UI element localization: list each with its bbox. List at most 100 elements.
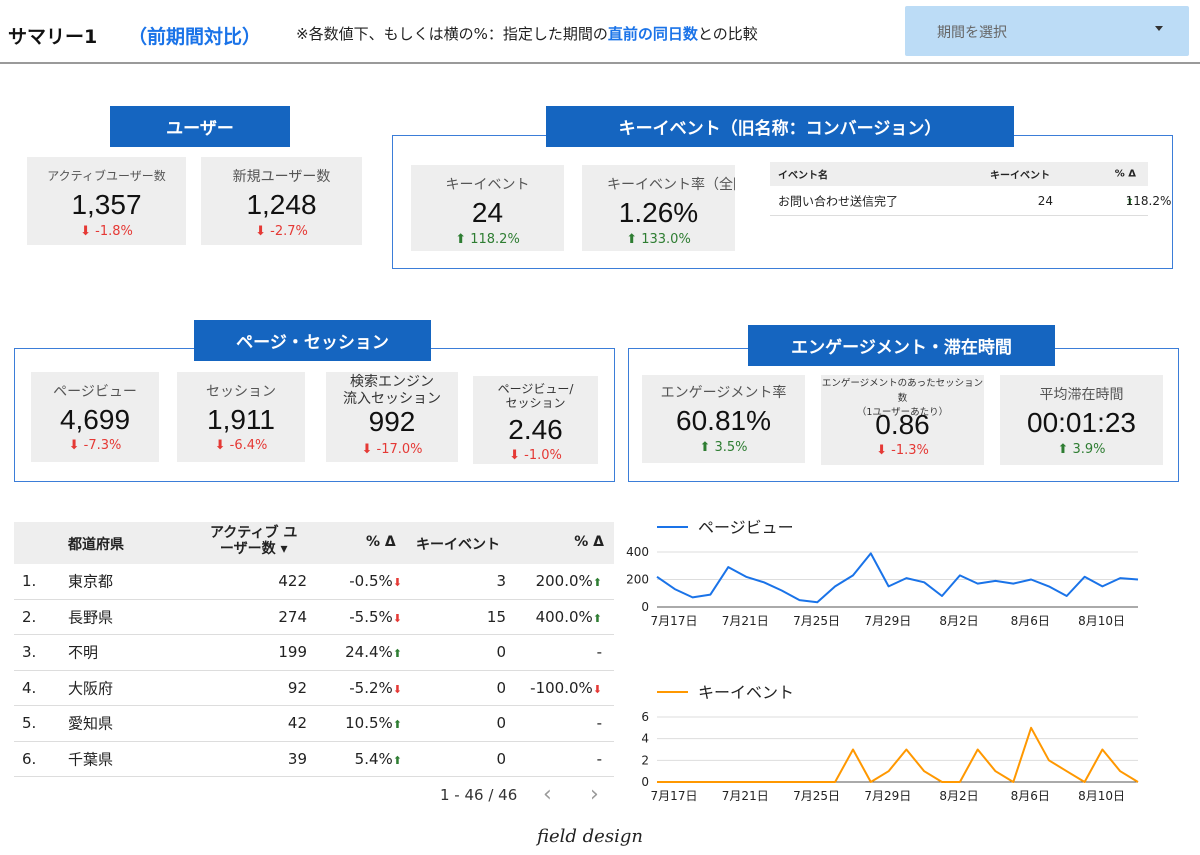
change-value: -1.3%: [891, 443, 929, 458]
card-label: ページビュー: [53, 384, 137, 400]
row-prefecture: 愛知県: [68, 714, 114, 733]
y-tick-label: 0: [641, 600, 649, 614]
engaged-sessions-card: エンゲージメントのあったセッション数 （1ユーザーあたり） 0.86 ⬇ -1.…: [821, 375, 984, 465]
arrow-down-icon: ⬇: [876, 443, 888, 458]
row-users-delta: -5.2%⬇: [349, 679, 402, 697]
card-label: 検索エンジン 流入セッション: [343, 374, 441, 407]
delta-value: -: [596, 714, 602, 733]
row-users-delta: 10.5%⬆: [345, 714, 402, 732]
engagement-section-header: エンゲージメント・滞在時間: [748, 325, 1055, 366]
field-design-logo: field design: [537, 826, 643, 847]
card-value: 00:01:23: [1027, 407, 1136, 438]
delta-value: 118.2%: [1125, 193, 1172, 208]
row-keyevents-delta: -: [597, 643, 602, 661]
change-value: 133.0%: [641, 232, 691, 247]
period-selector[interactable]: 期間を選択: [905, 6, 1189, 56]
pages-section-header: ページ・セッション: [194, 320, 431, 361]
series-line: [657, 726, 1139, 783]
table-row[interactable]: 4. 大阪府 92 -5.2%⬇ 0 -100.0%⬇: [14, 671, 614, 706]
delta-value: 24.4%: [345, 643, 393, 662]
table-row[interactable]: 6. 千葉県 39 5.4%⬆ 0 -: [14, 742, 614, 777]
pageview-line-chart: ページビュー 0 200 400 7月17日 7月21日 7月25日 7月29日 8月2日 8月6…: [626, 518, 1139, 628]
note-suffix: との比較: [697, 25, 758, 43]
x-tick-label: 8月6日: [1011, 789, 1050, 803]
series-line: [656, 552, 1139, 604]
col-delta[interactable]: % Δ: [1115, 169, 1136, 180]
delta-value: -: [596, 643, 602, 662]
delta-value: -5.5%: [349, 607, 393, 626]
col-keyevents[interactable]: キーイベント: [990, 167, 1050, 182]
table-row: お問い合わせ送信完了 24 118.2% ⬆: [770, 186, 1172, 216]
page-subtitle: （前期間対比）: [128, 26, 262, 48]
row-keyevents: 0: [496, 714, 506, 733]
row-keyevents: 0: [496, 678, 506, 697]
table-row[interactable]: 5. 愛知県 42 10.5%⬆ 0 -: [14, 706, 614, 742]
row-rank: 2.: [22, 607, 37, 626]
row-users: 92: [287, 678, 307, 697]
delta-value: -100.0%: [530, 678, 593, 697]
card-label: アクティブユーザー数: [47, 169, 166, 183]
y-tick-label: 400: [626, 545, 649, 559]
keyevent-table: イベント名 キーイベント % Δ お問い合わせ送信完了 24 118.2% ⬆: [770, 162, 1172, 216]
delta-value: 10.5%: [345, 714, 393, 733]
x-tick-label: 7月17日: [651, 789, 698, 803]
pageviews-card: ページビュー 4,699 ⬇ -7.3%: [31, 372, 159, 462]
row-users: 42: [287, 714, 307, 733]
arrow-down-icon: ⬇: [255, 224, 267, 239]
card-change: ⬇ -1.0%: [473, 448, 598, 463]
engagement-rate-card: エンゲージメント率 60.81% ⬆ 3.5%: [642, 375, 805, 463]
change-value: -17.0%: [376, 442, 423, 457]
row-keyevents: 0: [496, 643, 506, 662]
col-event-name[interactable]: イベント名: [778, 167, 828, 182]
table-row[interactable]: 1. 東京都 422 -0.5%⬇ 3 200.0%⬆: [14, 564, 614, 600]
x-tick-label: 7月25日: [793, 789, 840, 803]
card-label: キーイベント率（全回数）: [607, 177, 735, 193]
chevron-right-icon[interactable]: ›: [590, 782, 599, 807]
sessions-card: セッション 1,911 ⬇ -6.4%: [177, 372, 305, 462]
row-users: 422: [278, 572, 307, 591]
y-tick-label: 200: [626, 573, 649, 587]
row-users: 274: [278, 607, 307, 626]
avg-duration-card: 平均滞在時間 00:01:23 ⬆ 3.9%: [1000, 375, 1163, 465]
chevron-left-icon[interactable]: ‹: [543, 782, 552, 807]
legend-label: キーイベント: [698, 683, 794, 702]
row-rank: 6.: [22, 749, 37, 768]
x-tick-label: 7月25日: [793, 614, 840, 628]
col-keyevents[interactable]: キーイベント: [416, 534, 500, 554]
change-value: 118.2%: [470, 232, 520, 247]
col-active-users[interactable]: アクティブ ユ ーザー数 ▾: [210, 525, 297, 557]
arrow-down-icon: ⬇: [80, 224, 92, 239]
table-row[interactable]: 2. 長野県 274 -5.5%⬇ 15 400.0%⬆: [14, 600, 614, 635]
table-row[interactable]: 3. 不明 199 24.4%⬆ 0 -: [14, 635, 614, 671]
row-rank: 1.: [22, 572, 37, 591]
arrow-down-icon: ⬇: [214, 438, 226, 453]
row-users-delta: -0.5%⬇: [349, 572, 402, 590]
row-prefecture: 大阪府: [68, 679, 114, 698]
row-keyevents-delta: -: [597, 714, 602, 732]
col-prefecture[interactable]: 都道府県: [68, 534, 124, 554]
card-change: ⬆ 133.0%: [582, 232, 735, 247]
new-users-card: 新規ユーザー数 1,248 ⬇ -2.7%: [201, 157, 362, 245]
event-delta: 118.2% ⬆: [1126, 194, 1172, 208]
row-keyevents: 3: [496, 572, 506, 591]
arrow-up-icon: ⬆: [392, 753, 402, 767]
comparison-note: ※各数値下、もしくは横の%：指定した期間の直前の同日数との比較: [296, 23, 758, 44]
y-tick-label: 0: [641, 775, 649, 789]
change-value: 3.9%: [1072, 442, 1106, 457]
page-title: サマリー1: [8, 26, 98, 48]
col-delta-events[interactable]: % Δ: [574, 534, 604, 550]
row-prefecture: 長野県: [68, 608, 114, 627]
card-value: 60.81%: [676, 405, 771, 436]
y-tick-label: 4: [641, 732, 649, 746]
card-value: 4,699: [59, 404, 131, 435]
col-delta-users[interactable]: % Δ: [366, 534, 396, 550]
delta-value: -: [596, 749, 602, 768]
card-value: 0.86: [875, 409, 930, 440]
arrow-up-icon: ⬆: [626, 232, 638, 247]
arrow-down-icon: ⬇: [392, 682, 402, 696]
x-tick-label: 7月29日: [864, 789, 911, 803]
change-value: -1.0%: [524, 448, 562, 463]
delta-value: -5.2%: [349, 678, 393, 697]
card-label: ページビュー/ セッション: [497, 382, 574, 411]
x-tick-label: 7月29日: [864, 614, 911, 628]
